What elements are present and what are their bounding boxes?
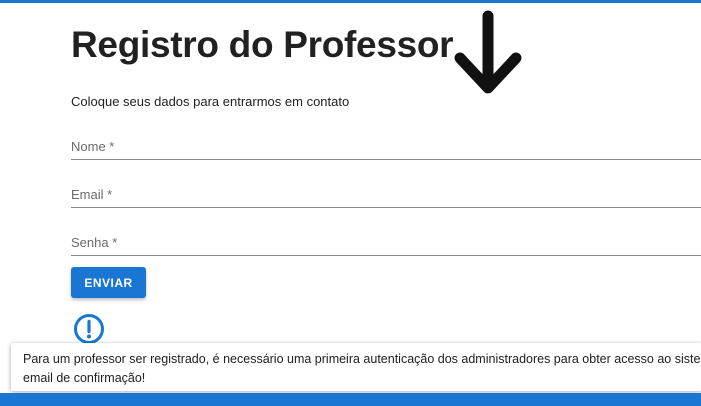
name-field[interactable]: Nome * <box>71 133 701 160</box>
exclamation-circle-icon <box>74 314 104 344</box>
top-accent-bar <box>0 0 701 3</box>
registration-page: Registro do Professor Coloque seus dados… <box>0 0 701 406</box>
submit-button[interactable]: ENVIAR <box>71 267 146 298</box>
notice-text: Para um professor ser registrado, é nece… <box>23 352 701 385</box>
bottom-accent-bar <box>0 393 701 406</box>
name-input[interactable] <box>71 133 701 159</box>
arrow-down-icon <box>454 10 522 94</box>
email-field[interactable]: Email * <box>71 181 701 208</box>
password-field[interactable]: Senha * <box>71 229 701 256</box>
password-input[interactable] <box>71 229 701 255</box>
notice-box: Para um professor ser registrado, é nece… <box>11 343 701 391</box>
page-subtitle: Coloque seus dados para entrarmos em con… <box>71 94 350 109</box>
email-input[interactable] <box>71 181 701 207</box>
page-title: Registro do Professor <box>71 24 454 65</box>
